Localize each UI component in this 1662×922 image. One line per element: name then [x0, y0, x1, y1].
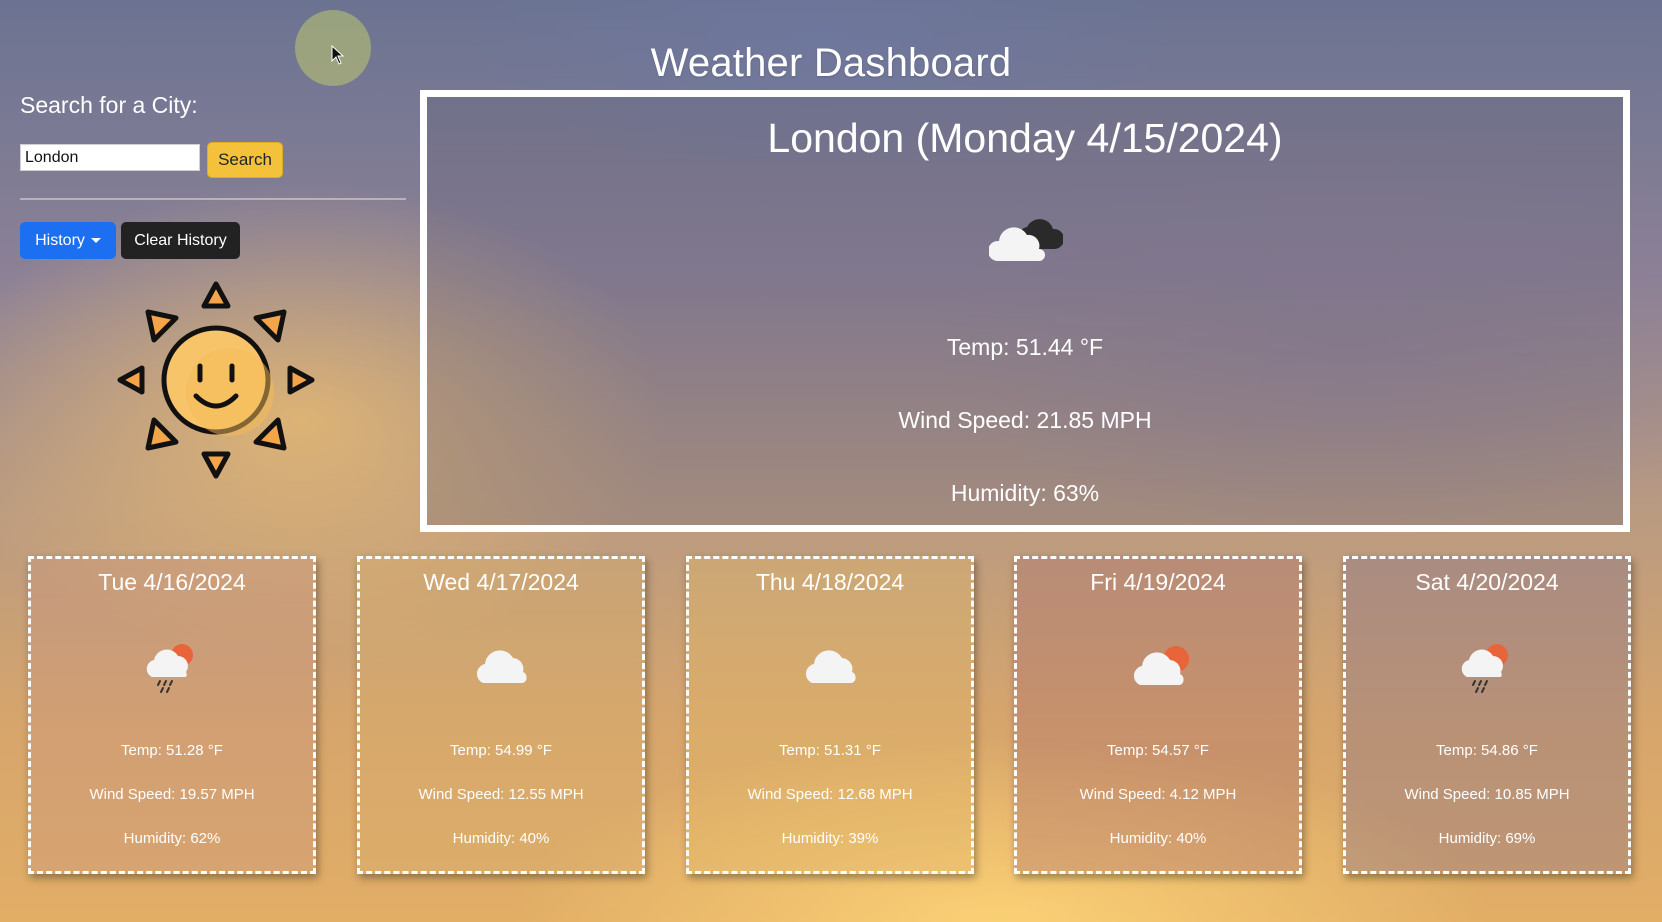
forecast-date: Fri 4/19/2024	[1090, 569, 1226, 595]
cloud-icon	[802, 639, 862, 700]
broken-clouds-icon	[987, 215, 1065, 270]
forecast-card: Thu 4/18/2024 Temp: 51.31 °F Wind Speed:…	[686, 556, 974, 874]
current-city-heading: London (Monday 4/15/2024)	[767, 115, 1283, 161]
history-dropdown-button[interactable]: History	[20, 222, 116, 259]
forecast-temp: Temp: 51.28 °F	[121, 742, 223, 759]
forecast-wind: Wind Speed: 4.12 MPH	[1079, 786, 1237, 803]
forecast-wind: Wind Speed: 10.85 MPH	[1404, 786, 1570, 803]
forecast-card: Fri 4/19/2024 Temp: 54.57 °F Wind Speed:…	[1014, 556, 1302, 874]
history-button-label: History	[35, 231, 85, 249]
current-weather-card: London (Monday 4/15/2024) Temp: 51.44 °F…	[420, 90, 1630, 532]
search-button[interactable]: Search	[207, 142, 283, 178]
forecast-humidity: Humidity: 39%	[781, 830, 879, 847]
cloud-sun-icon	[1130, 639, 1196, 700]
clear-history-button[interactable]: Clear History	[121, 222, 240, 259]
current-wind: Wind Speed: 21.85 MPH	[898, 407, 1152, 433]
search-label: Search for a City:	[20, 92, 198, 118]
light-rain-sun-icon	[144, 639, 200, 700]
forecast-date: Sat 4/20/2024	[1415, 569, 1559, 595]
forecast-temp: Temp: 54.99 °F	[450, 742, 552, 759]
forecast-wind: Wind Speed: 19.57 MPH	[89, 786, 255, 803]
sidebar-divider	[20, 198, 406, 200]
smiling-sun-icon	[116, 280, 316, 485]
current-humidity: Humidity: 63%	[950, 480, 1100, 506]
light-rain-sun-icon	[1459, 639, 1515, 700]
forecast-humidity: Humidity: 62%	[123, 830, 221, 847]
forecast-card: Sat 4/20/2024 Temp: 54.86 °F Wind Speed:…	[1343, 556, 1631, 874]
forecast-date: Wed 4/17/2024	[423, 569, 579, 595]
forecast-wind: Wind Speed: 12.68 MPH	[747, 786, 913, 803]
forecast-card: Wed 4/17/2024 Temp: 54.99 °F Wind Speed:…	[357, 556, 645, 874]
city-search-input[interactable]	[20, 144, 200, 171]
caret-down-icon	[90, 237, 101, 243]
forecast-temp: Temp: 54.57 °F	[1107, 742, 1209, 759]
forecast-humidity: Humidity: 69%	[1438, 830, 1536, 847]
forecast-date: Thu 4/18/2024	[755, 569, 905, 595]
forecast-temp: Temp: 54.86 °F	[1436, 742, 1538, 759]
forecast-wind: Wind Speed: 12.55 MPH	[418, 786, 584, 803]
current-temp: Temp: 51.44 °F	[946, 334, 1104, 360]
page-title: Weather Dashboard	[650, 40, 1012, 85]
forecast-humidity: Humidity: 40%	[452, 830, 550, 847]
forecast-card: Tue 4/16/2024 Temp: 51.28 °F Wind Speed:…	[28, 556, 316, 874]
forecast-temp: Temp: 51.31 °F	[779, 742, 881, 759]
cloud-icon	[473, 639, 533, 700]
forecast-humidity: Humidity: 40%	[1109, 830, 1207, 847]
forecast-date: Tue 4/16/2024	[98, 569, 246, 595]
